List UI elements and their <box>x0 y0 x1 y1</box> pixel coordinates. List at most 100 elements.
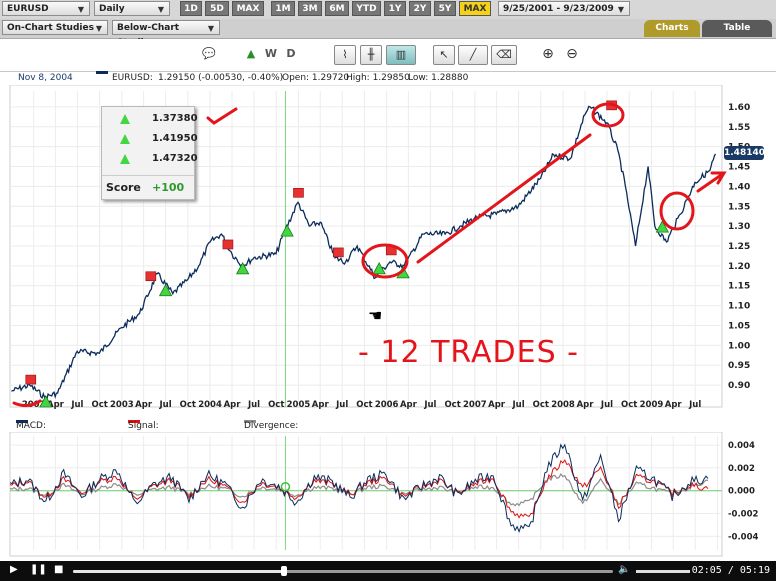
buy-triangle-icon <box>120 154 130 164</box>
range-5y-button[interactable]: 5Y <box>434 1 456 16</box>
sell-signal-icon <box>333 247 344 258</box>
range-max-intraday-button[interactable]: MAX <box>232 1 264 16</box>
sell-signal-icon <box>293 187 304 198</box>
score-level-1: 1.37380 <box>152 113 198 124</box>
playback-time: 02:05 / 05:19 <box>691 565 770 576</box>
date-range-select[interactable]: 9/25/2001 - 9/23/2009 ▼ <box>498 1 630 16</box>
bar-chart-icon[interactable]: ╫ <box>360 45 382 65</box>
below-chart-studies-select[interactable]: Below-Chart Studies▼ <box>112 20 220 48</box>
macd-chart[interactable]: 0.004 0.002 0.000 -0.002 -0.004 <box>0 432 776 560</box>
x-tick-label: Oct <box>180 400 196 410</box>
draw-tool-icon[interactable]: ╱ <box>458 45 488 65</box>
chevron-down-icon: ▼ <box>77 5 84 14</box>
score-level-row-1: 1.37380 <box>102 111 198 127</box>
hand-cursor-icon: ☚ <box>368 306 383 325</box>
y-tick-label: 1.20 <box>728 262 750 272</box>
tab-charts[interactable]: Charts <box>644 20 700 37</box>
last-price-badge: 1.48140 <box>724 146 765 160</box>
chevron-down-icon: ▼ <box>95 24 102 33</box>
scrub-handle[interactable] <box>280 566 287 576</box>
tab-table[interactable]: Table <box>702 20 772 37</box>
play-icon[interactable]: ▶ <box>10 564 18 575</box>
period-value: Daily <box>99 4 125 14</box>
volume-slider[interactable] <box>636 570 690 573</box>
chevron-down-icon: ▼ <box>617 5 624 14</box>
x-tick-label: 2009 <box>640 400 664 410</box>
buy-triangle-icon <box>120 114 130 124</box>
range-ytd-button[interactable]: YTD <box>352 1 381 16</box>
x-tick-label: Jul <box>600 400 613 410</box>
stop-icon[interactable]: ■ <box>54 564 63 575</box>
x-tick-label: Jul <box>512 400 525 410</box>
x-tick-label: Apr <box>224 400 242 410</box>
y-tick-label: 1.45 <box>728 163 750 173</box>
range-1m-button[interactable]: 1M <box>271 1 295 16</box>
macd-y-tick-label: 0.002 <box>728 464 755 474</box>
x-tick-label: 2007 <box>463 400 487 410</box>
y-tick-label: 1.60 <box>728 103 750 113</box>
x-tick-label: 2003 <box>110 400 134 410</box>
eraser-icon[interactable]: ⌫ <box>491 45 517 65</box>
score-level-3: 1.47320 <box>152 153 198 164</box>
m-marker-icon[interactable]: ▲ <box>242 45 260 65</box>
y-tick-label: 0.95 <box>728 361 750 371</box>
score-level-row-3: 1.47320 <box>102 151 198 167</box>
score-level-row-2: 1.41950 <box>102 131 198 147</box>
range-5d-button[interactable]: 5D <box>205 1 229 16</box>
y-tick-label: 1.35 <box>728 202 750 212</box>
candle-chart-icon[interactable]: ▥ <box>386 45 416 65</box>
volume-icon[interactable]: 🔈 <box>618 564 630 575</box>
info-low: Low: 1.28880 <box>408 73 469 83</box>
range-3m-button[interactable]: 3M <box>298 1 322 16</box>
speech-bubble-icon[interactable]: 💬 <box>196 45 222 65</box>
pointer-icon[interactable]: ↖ <box>433 45 455 65</box>
zoom-out-icon[interactable]: ⊖ <box>561 45 583 65</box>
score-line: Score +100 <box>102 175 194 198</box>
range-1d-button[interactable]: 1D <box>180 1 202 16</box>
range-6m-button[interactable]: 6M <box>325 1 349 16</box>
d-marker-icon[interactable]: D <box>282 45 300 65</box>
pause-icon[interactable]: ❚❚ <box>30 564 47 575</box>
macd-y-axis-ticks: 0.004 0.002 0.000 -0.002 -0.004 <box>728 441 758 542</box>
y-tick-label: 0.90 <box>728 381 750 391</box>
x-tick-label: Apr <box>400 400 418 410</box>
w-marker-icon[interactable]: W <box>262 45 280 65</box>
x-tick-label: Oct <box>533 400 549 410</box>
sell-signal-icon <box>25 374 37 385</box>
sell-signal-icon <box>145 271 157 282</box>
score-value: +100 <box>152 181 185 194</box>
zoom-in-icon[interactable]: ⊕ <box>537 45 559 65</box>
period-select[interactable]: Daily ▼ <box>94 1 170 16</box>
tool-icon-bar: 💬 ▲ W D ⌇ ╫ ▥ ↖ ╱ ⌫ ⊕ ⊖ <box>0 39 776 72</box>
macd-y-tick-label: -0.004 <box>728 532 758 542</box>
info-high: High: 1.29850 <box>346 73 410 83</box>
x-tick-label: Oct <box>356 400 372 410</box>
line-chart-icon[interactable]: ⌇ <box>334 45 356 65</box>
x-tick-label: Oct <box>444 400 460 410</box>
x-tick-label: Apr <box>577 400 595 410</box>
x-tick-label: Apr <box>488 400 506 410</box>
trades-annotation-text: - 12 TRADES - <box>358 335 579 370</box>
range-max-button[interactable]: MAX <box>459 1 491 16</box>
macd-legend: MACD: +0.00107 Signal: +0.000177 Diverge… <box>0 420 776 443</box>
on-chart-studies-select[interactable]: On-Chart Studies ▼ <box>2 20 108 35</box>
x-tick-label: Apr <box>665 400 683 410</box>
info-open: Open: 1.29720 <box>282 73 350 83</box>
y-tick-label: 1.05 <box>728 321 750 331</box>
score-label: Score <box>106 181 141 194</box>
y-tick-label: 1.55 <box>728 123 750 133</box>
y-tick-label: 1.30 <box>728 222 750 232</box>
sell-signal-icon <box>222 239 234 250</box>
buy-triangle-icon <box>120 134 130 144</box>
x-tick-label: Jul <box>159 400 172 410</box>
x-tick-label: 2008 <box>551 400 575 410</box>
x-tick-label: 2005 <box>287 400 311 410</box>
x-tick-label: Jul <box>247 400 260 410</box>
symbol-select[interactable]: EURUSD ▼ <box>2 1 90 16</box>
y-tick-label: 1.15 <box>728 282 750 292</box>
x-tick-label: Jul <box>688 400 701 410</box>
score-level-2: 1.41950 <box>152 133 198 144</box>
range-1y-button[interactable]: 1Y <box>384 1 406 16</box>
x-tick-label: Oct <box>268 400 284 410</box>
range-2y-button[interactable]: 2Y <box>409 1 431 16</box>
